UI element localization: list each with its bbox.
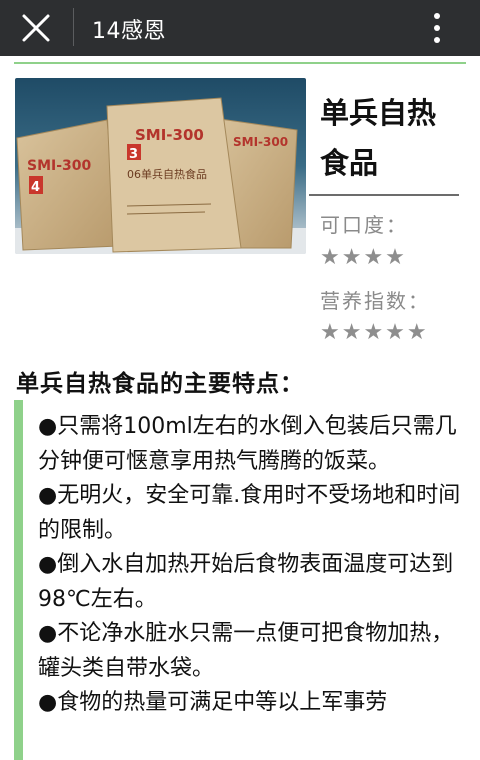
feature-item: ●食物的热量可满足中等以上军事劳 — [38, 690, 388, 715]
close-icon[interactable] — [18, 10, 54, 46]
quote-accent-bar — [14, 400, 23, 760]
nutrition-label: 营养指数： — [320, 289, 430, 313]
taste-rating: ★★★★ — [320, 245, 407, 270]
taste-label: 可口度： — [320, 213, 408, 237]
pack-label: SMI-300 — [135, 126, 204, 144]
feature-item: ●不论净水脏水只需一点便可把食物加热，罐头类自带水袋。 — [38, 621, 454, 681]
pack-sublabel: 06单兵自热食品 — [127, 167, 207, 181]
more-vertical-icon[interactable] — [426, 10, 448, 46]
product-image[interactable]: SMI-300 3 06单兵自热食品 SMI-300 4 SMI-300 — [15, 78, 306, 254]
app-header: 14感恩 — [0, 0, 480, 56]
pack-label: SMI-300 — [27, 158, 92, 174]
product-name: 单兵自热食品 — [320, 96, 437, 180]
feature-item: ●无明火，安全可靠.食用时不受场地和时间的限制。 — [38, 483, 461, 543]
header-divider — [73, 8, 74, 46]
header-accent-line — [14, 62, 466, 64]
pack-number: 3 — [129, 147, 138, 162]
page-title: 14感恩 — [92, 19, 166, 44]
pack-label: SMI-300 — [233, 135, 288, 149]
nutrition-rating: ★★★★★ — [320, 320, 429, 345]
feature-list: ●只需将100ml左右的水倒入包装后只需几分钟便可惬意享用热气腾腾的饭菜。 ●无… — [38, 410, 468, 721]
pack-number: 4 — [31, 180, 40, 195]
section-title: 单兵自热食品的主要特点： — [16, 371, 304, 397]
feature-item: ●只需将100ml左右的水倒入包装后只需几分钟便可惬意享用热气腾腾的饭菜。 — [38, 414, 457, 474]
product-name-rule — [309, 194, 459, 196]
feature-item: ●倒入水自加热开始后食物表面温度可达到98℃左右。 — [38, 552, 454, 612]
